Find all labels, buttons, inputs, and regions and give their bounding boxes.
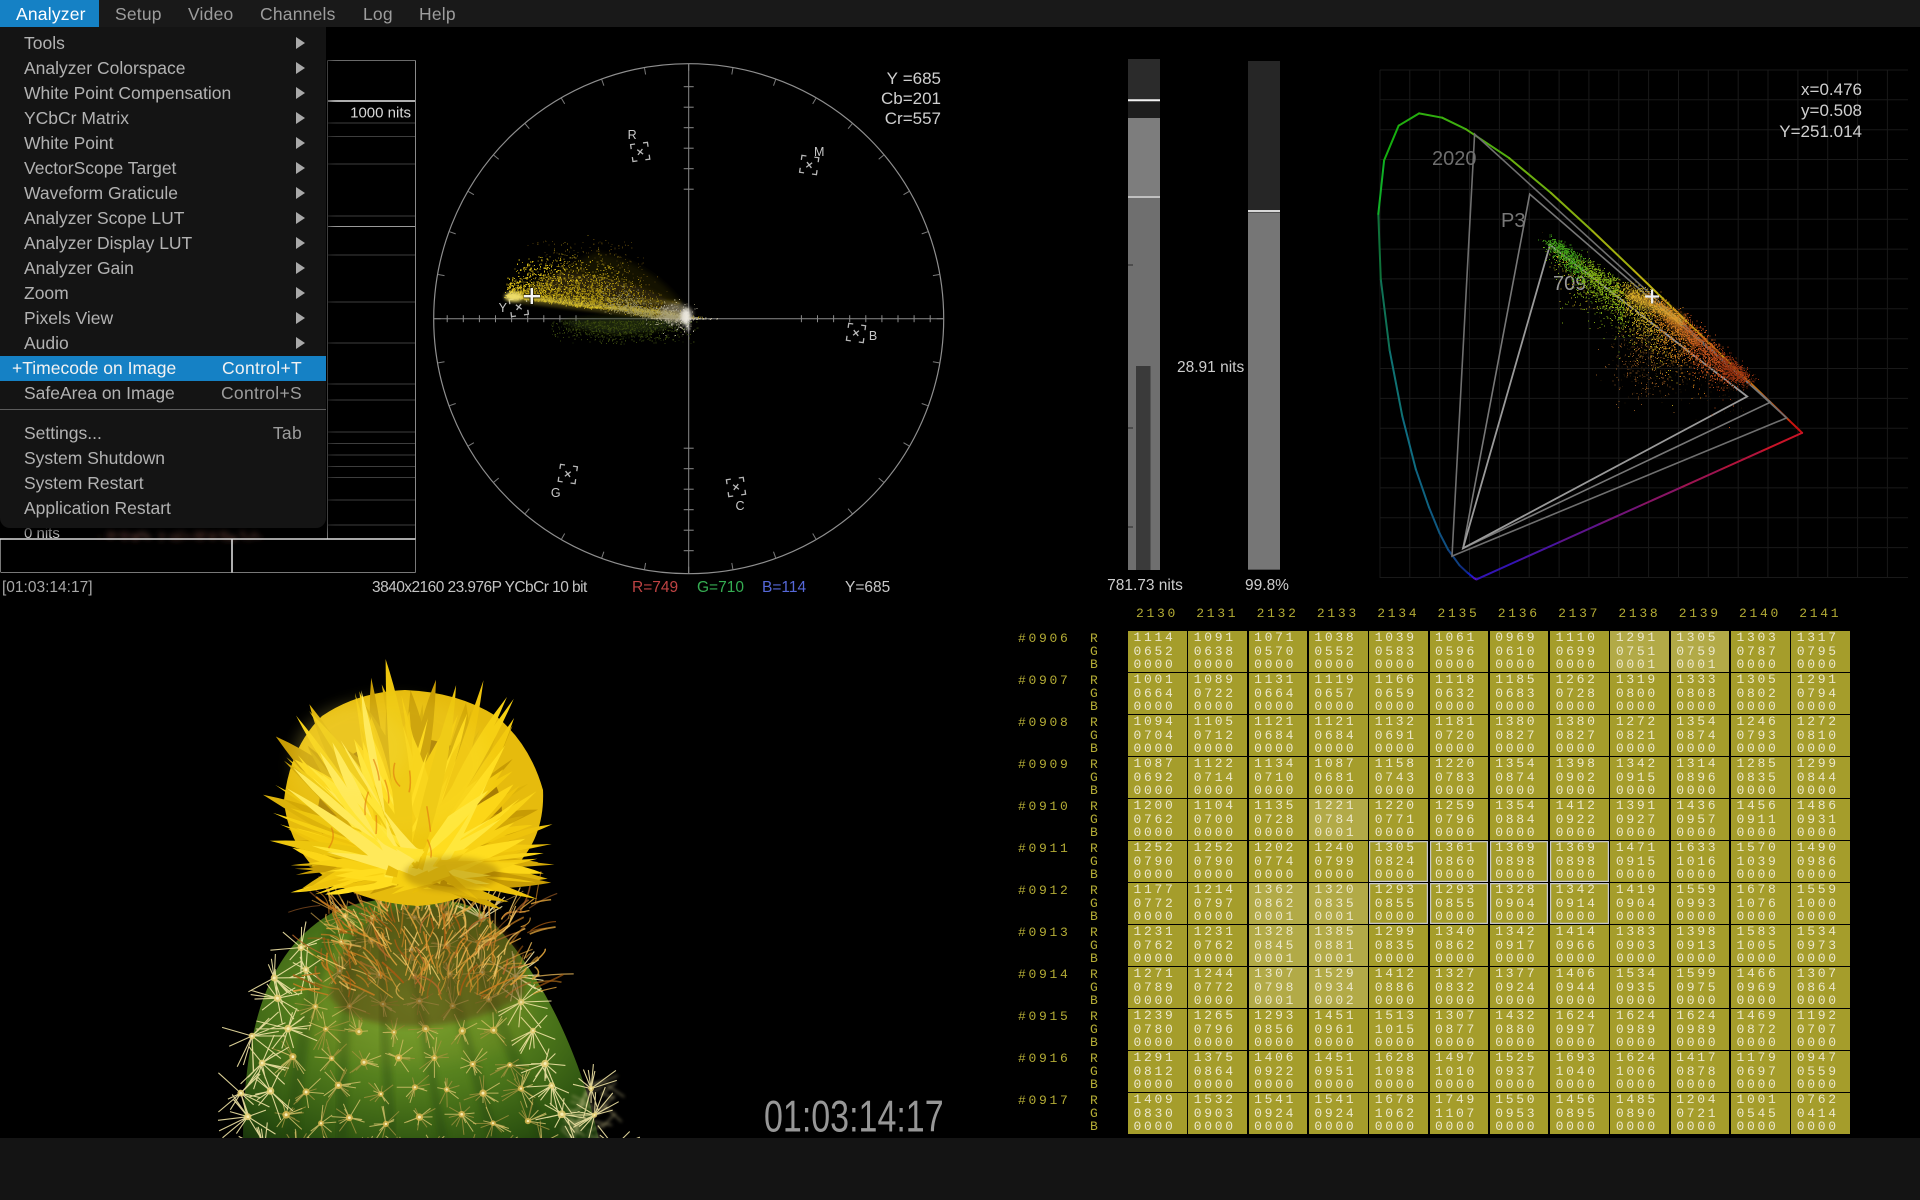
svg-text:y=0.508: y=0.508 xyxy=(1801,101,1862,120)
svg-text:P3: P3 xyxy=(1501,210,1525,232)
svg-text:Cb=201: Cb=201 xyxy=(881,89,941,108)
svg-text:R: R xyxy=(628,128,637,142)
svg-text:Y =685: Y =685 xyxy=(887,69,941,88)
svg-text:781.73 nits: 781.73 nits xyxy=(1107,577,1183,594)
svg-text:Y=251.014: Y=251.014 xyxy=(1779,122,1862,141)
svg-text:C: C xyxy=(735,499,744,513)
svg-text:1000 nits: 1000 nits xyxy=(350,105,411,122)
svg-text:2020: 2020 xyxy=(1432,148,1477,170)
svg-text:Y: Y xyxy=(499,301,508,315)
svg-text:Cr=557: Cr=557 xyxy=(885,109,941,128)
svg-text:B: B xyxy=(869,329,877,343)
svg-text:99.8%: 99.8% xyxy=(1245,577,1289,594)
svg-text:G: G xyxy=(551,486,561,500)
svg-text:x=0.476: x=0.476 xyxy=(1801,80,1862,99)
svg-text:28.91 nits: 28.91 nits xyxy=(1177,359,1244,376)
svg-text:M: M xyxy=(814,145,824,159)
